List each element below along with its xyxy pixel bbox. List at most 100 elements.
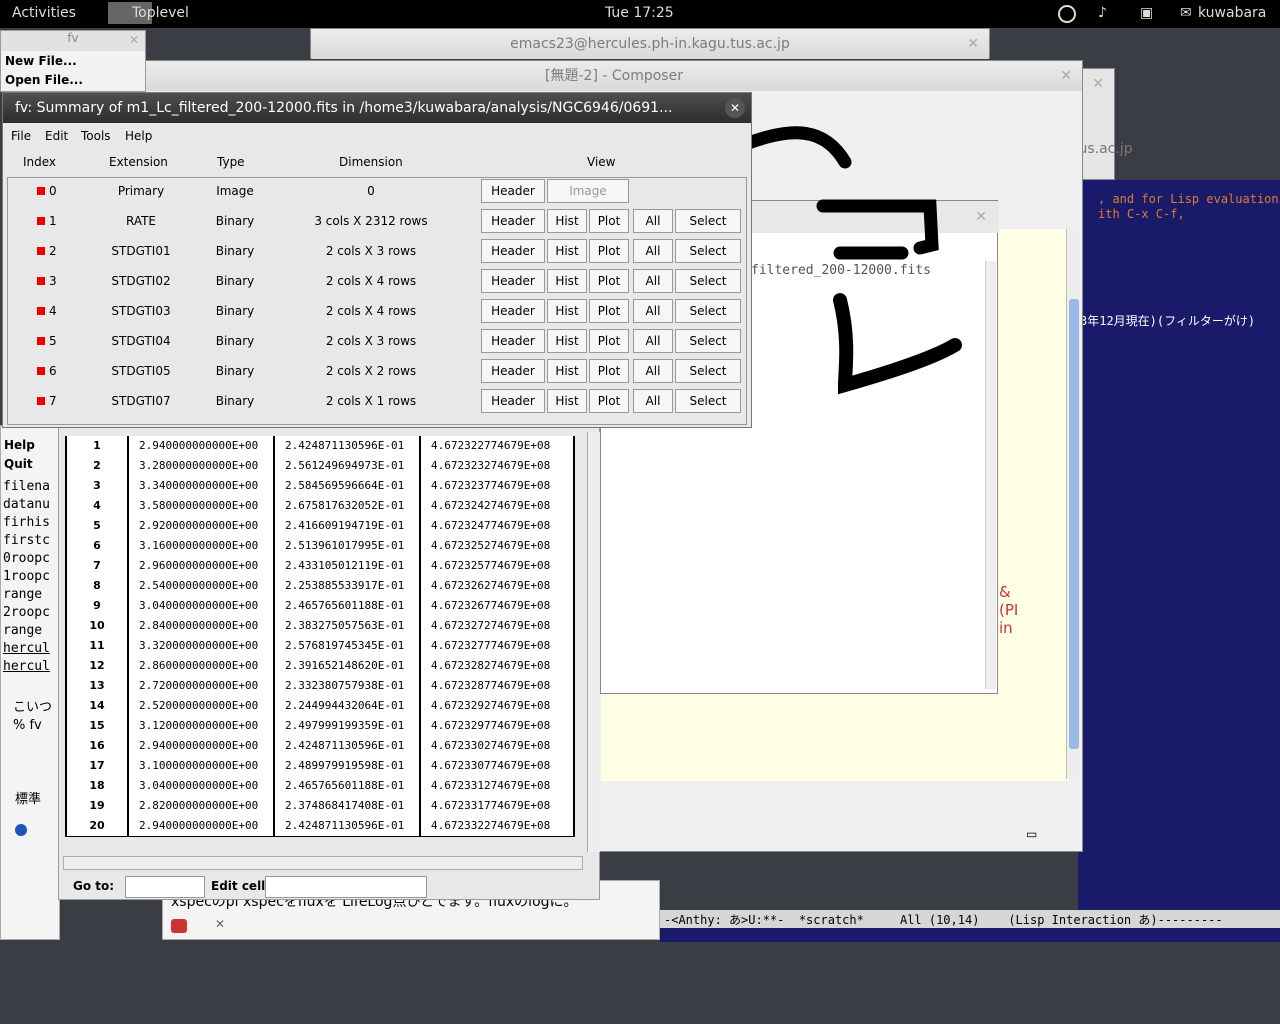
table-cell[interactable]: 4.672322774679E+08 (419, 436, 575, 456)
editcell-input[interactable] (265, 876, 427, 898)
table-cell[interactable]: 2.424871130596E-01 (273, 736, 419, 756)
network-icon[interactable]: ▣ (1140, 5, 1153, 21)
table-cell[interactable]: 2.675817632052E-01 (273, 496, 419, 516)
row-number[interactable]: 3 (65, 476, 127, 496)
table-cell[interactable]: 2.383275057563E-01 (273, 616, 419, 636)
row-number[interactable]: 10 (65, 616, 127, 636)
volume-icon[interactable]: ♪ (1098, 5, 1107, 21)
table-row[interactable]: 19 2.820000000000E+00 2.374868417408E-01 4.… (65, 796, 575, 817)
plot-button[interactable]: Plot (589, 299, 629, 323)
table-row[interactable]: 12 2.860000000000E+00 2.391652148620E-01 4.… (65, 656, 575, 677)
table-row[interactable]: 14 2.520000000000E+00 2.244994432064E-01 4.… (65, 696, 575, 717)
table-cell[interactable]: 3.100000000000E+00 (127, 756, 273, 776)
table-cell[interactable]: 2.520000000000E+00 (127, 696, 273, 716)
table-cell[interactable]: 2.584569596664E-01 (273, 476, 419, 496)
horizontal-scrollbar[interactable] (63, 856, 583, 870)
header-button[interactable]: Header (481, 269, 545, 293)
plot-button[interactable]: Plot (589, 269, 629, 293)
hdu-row[interactable]: 2 STDGTI01 Binary 2 cols X 3 rows Header Hist… (3, 237, 751, 267)
clock[interactable]: Tue 17:25 (605, 5, 674, 21)
table-cell[interactable]: 2.561249694973E-01 (273, 456, 419, 476)
table-row[interactable]: 1 2.940000000000E+00 2.424871130596E-01 4.6… (65, 436, 575, 457)
table-cell[interactable]: 2.860000000000E+00 (127, 656, 273, 676)
row-number[interactable]: 5 (65, 516, 127, 536)
plot-button[interactable]: Plot (589, 329, 629, 353)
table-row[interactable]: 4 3.580000000000E+00 2.675817632052E-01 4.6… (65, 496, 575, 517)
hdu-row[interactable]: 1 RATE Binary 3 cols X 2312 rows Header Hist P… (3, 207, 751, 237)
plot-button[interactable]: Plot (589, 389, 629, 413)
scrollbar[interactable] (985, 261, 996, 689)
hdu-marker-icon[interactable] (37, 187, 45, 195)
table-cell[interactable]: 4.672326774679E+08 (419, 596, 575, 616)
table-cell[interactable]: 2.244994432064E-01 (273, 696, 419, 716)
row-number[interactable]: 14 (65, 696, 127, 716)
hdu-row[interactable]: 5 STDGTI04 Binary 2 cols X 3 rows Header Hist… (3, 327, 751, 357)
table-cell[interactable]: 2.489979919598E-01 (273, 756, 419, 776)
table-cell[interactable]: 3.040000000000E+00 (127, 596, 273, 616)
hdu-marker-icon[interactable] (37, 367, 45, 375)
table-cell[interactable]: 2.820000000000E+00 (127, 796, 273, 816)
table-cell[interactable]: 2.940000000000E+00 (127, 436, 273, 456)
close-icon[interactable]: ✕ (1092, 76, 1104, 92)
hdu-row[interactable]: 0 Primary Image 0 Header Image (3, 177, 751, 207)
row-number[interactable]: 19 (65, 796, 127, 816)
scrollbar[interactable] (1066, 229, 1081, 779)
row-number[interactable]: 13 (65, 676, 127, 696)
table-cell[interactable]: 4.672330774679E+08 (419, 756, 575, 776)
menu-tools[interactable]: Tools (81, 129, 111, 143)
row-number[interactable]: 6 (65, 536, 127, 556)
table-cell[interactable]: 2.424871130596E-01 (273, 816, 419, 836)
header-button[interactable]: Header (481, 359, 545, 383)
table-cell[interactable]: 4.672327774679E+08 (419, 636, 575, 656)
app-menu[interactable]: Toplevel (132, 5, 189, 21)
emacs-window-titlebar[interactable]: emacs23@hercules.ph-in.kagu.tus.ac.jp ✕ (310, 28, 990, 59)
table-row[interactable]: 11 3.320000000000E+00 2.576819745345E-01 4.… (65, 636, 575, 657)
hdu-marker-icon[interactable] (37, 217, 45, 225)
hdu-row[interactable]: 3 STDGTI02 Binary 2 cols X 4 rows Header Hist… (3, 267, 751, 297)
table-cell[interactable]: 2.374868417408E-01 (273, 796, 419, 816)
header-button[interactable]: Header (481, 389, 545, 413)
table-cell[interactable]: 4.672324774679E+08 (419, 516, 575, 536)
row-number[interactable]: 15 (65, 716, 127, 736)
row-number[interactable]: 18 (65, 776, 127, 796)
menu-edit[interactable]: Edit (45, 129, 68, 143)
all-button[interactable]: All (633, 269, 673, 293)
table-cell[interactable]: 4.672325774679E+08 (419, 556, 575, 576)
table-row[interactable]: 5 2.920000000000E+00 2.416609194719E-01 4.6… (65, 516, 575, 537)
row-number[interactable]: 1 (65, 436, 127, 456)
hdu-marker-icon[interactable] (37, 397, 45, 405)
hist-button[interactable]: Hist (547, 299, 587, 323)
table-cell[interactable]: 2.253885533917E-01 (273, 576, 419, 596)
close-icon[interactable]: ✕ (215, 917, 225, 931)
all-button[interactable]: All (633, 239, 673, 263)
all-button[interactable]: All (633, 359, 673, 383)
hdu-row[interactable]: 7 STDGTI07 Binary 2 cols X 1 rows Header Hist… (3, 387, 751, 417)
hist-button[interactable]: Hist (547, 389, 587, 413)
table-cell[interactable]: 4.672326274679E+08 (419, 576, 575, 596)
row-number[interactable]: 7 (65, 556, 127, 576)
table-cell[interactable]: 2.433105012119E-01 (273, 556, 419, 576)
emacs-minibuffer[interactable] (660, 928, 1280, 942)
header-button[interactable]: Header (481, 329, 545, 353)
image-button[interactable]: Image (547, 179, 629, 203)
table-cell[interactable]: 4.672332274679E+08 (419, 816, 575, 836)
table-cell[interactable]: 2.576819745345E-01 (273, 636, 419, 656)
table-cell[interactable]: 2.465765601188E-01 (273, 596, 419, 616)
table-cell[interactable]: 2.497999199359E-01 (273, 716, 419, 736)
header-button[interactable]: Header (481, 299, 545, 323)
table-cell[interactable]: 3.280000000000E+00 (127, 456, 273, 476)
menu-file[interactable]: File (11, 129, 31, 143)
select-button[interactable]: Select (675, 239, 741, 263)
row-number[interactable]: 9 (65, 596, 127, 616)
table-cell[interactable]: 4.672330274679E+08 (419, 736, 575, 756)
emacs-buffer[interactable]: , and for Lisp evaluation ith C-x C-f, 3… (1078, 180, 1280, 940)
select-button[interactable]: Select (675, 299, 741, 323)
table-cell[interactable]: 4.672331774679E+08 (419, 796, 575, 816)
table-cell[interactable]: 4.672328274679E+08 (419, 656, 575, 676)
hdu-marker-icon[interactable] (37, 307, 45, 315)
plot-button[interactable]: Plot (589, 209, 629, 233)
table-cell[interactable]: 2.540000000000E+00 (127, 576, 273, 596)
activities-button[interactable]: Activities (12, 5, 76, 21)
hist-button[interactable]: Hist (547, 329, 587, 353)
table-cell[interactable]: 2.391652148620E-01 (273, 656, 419, 676)
